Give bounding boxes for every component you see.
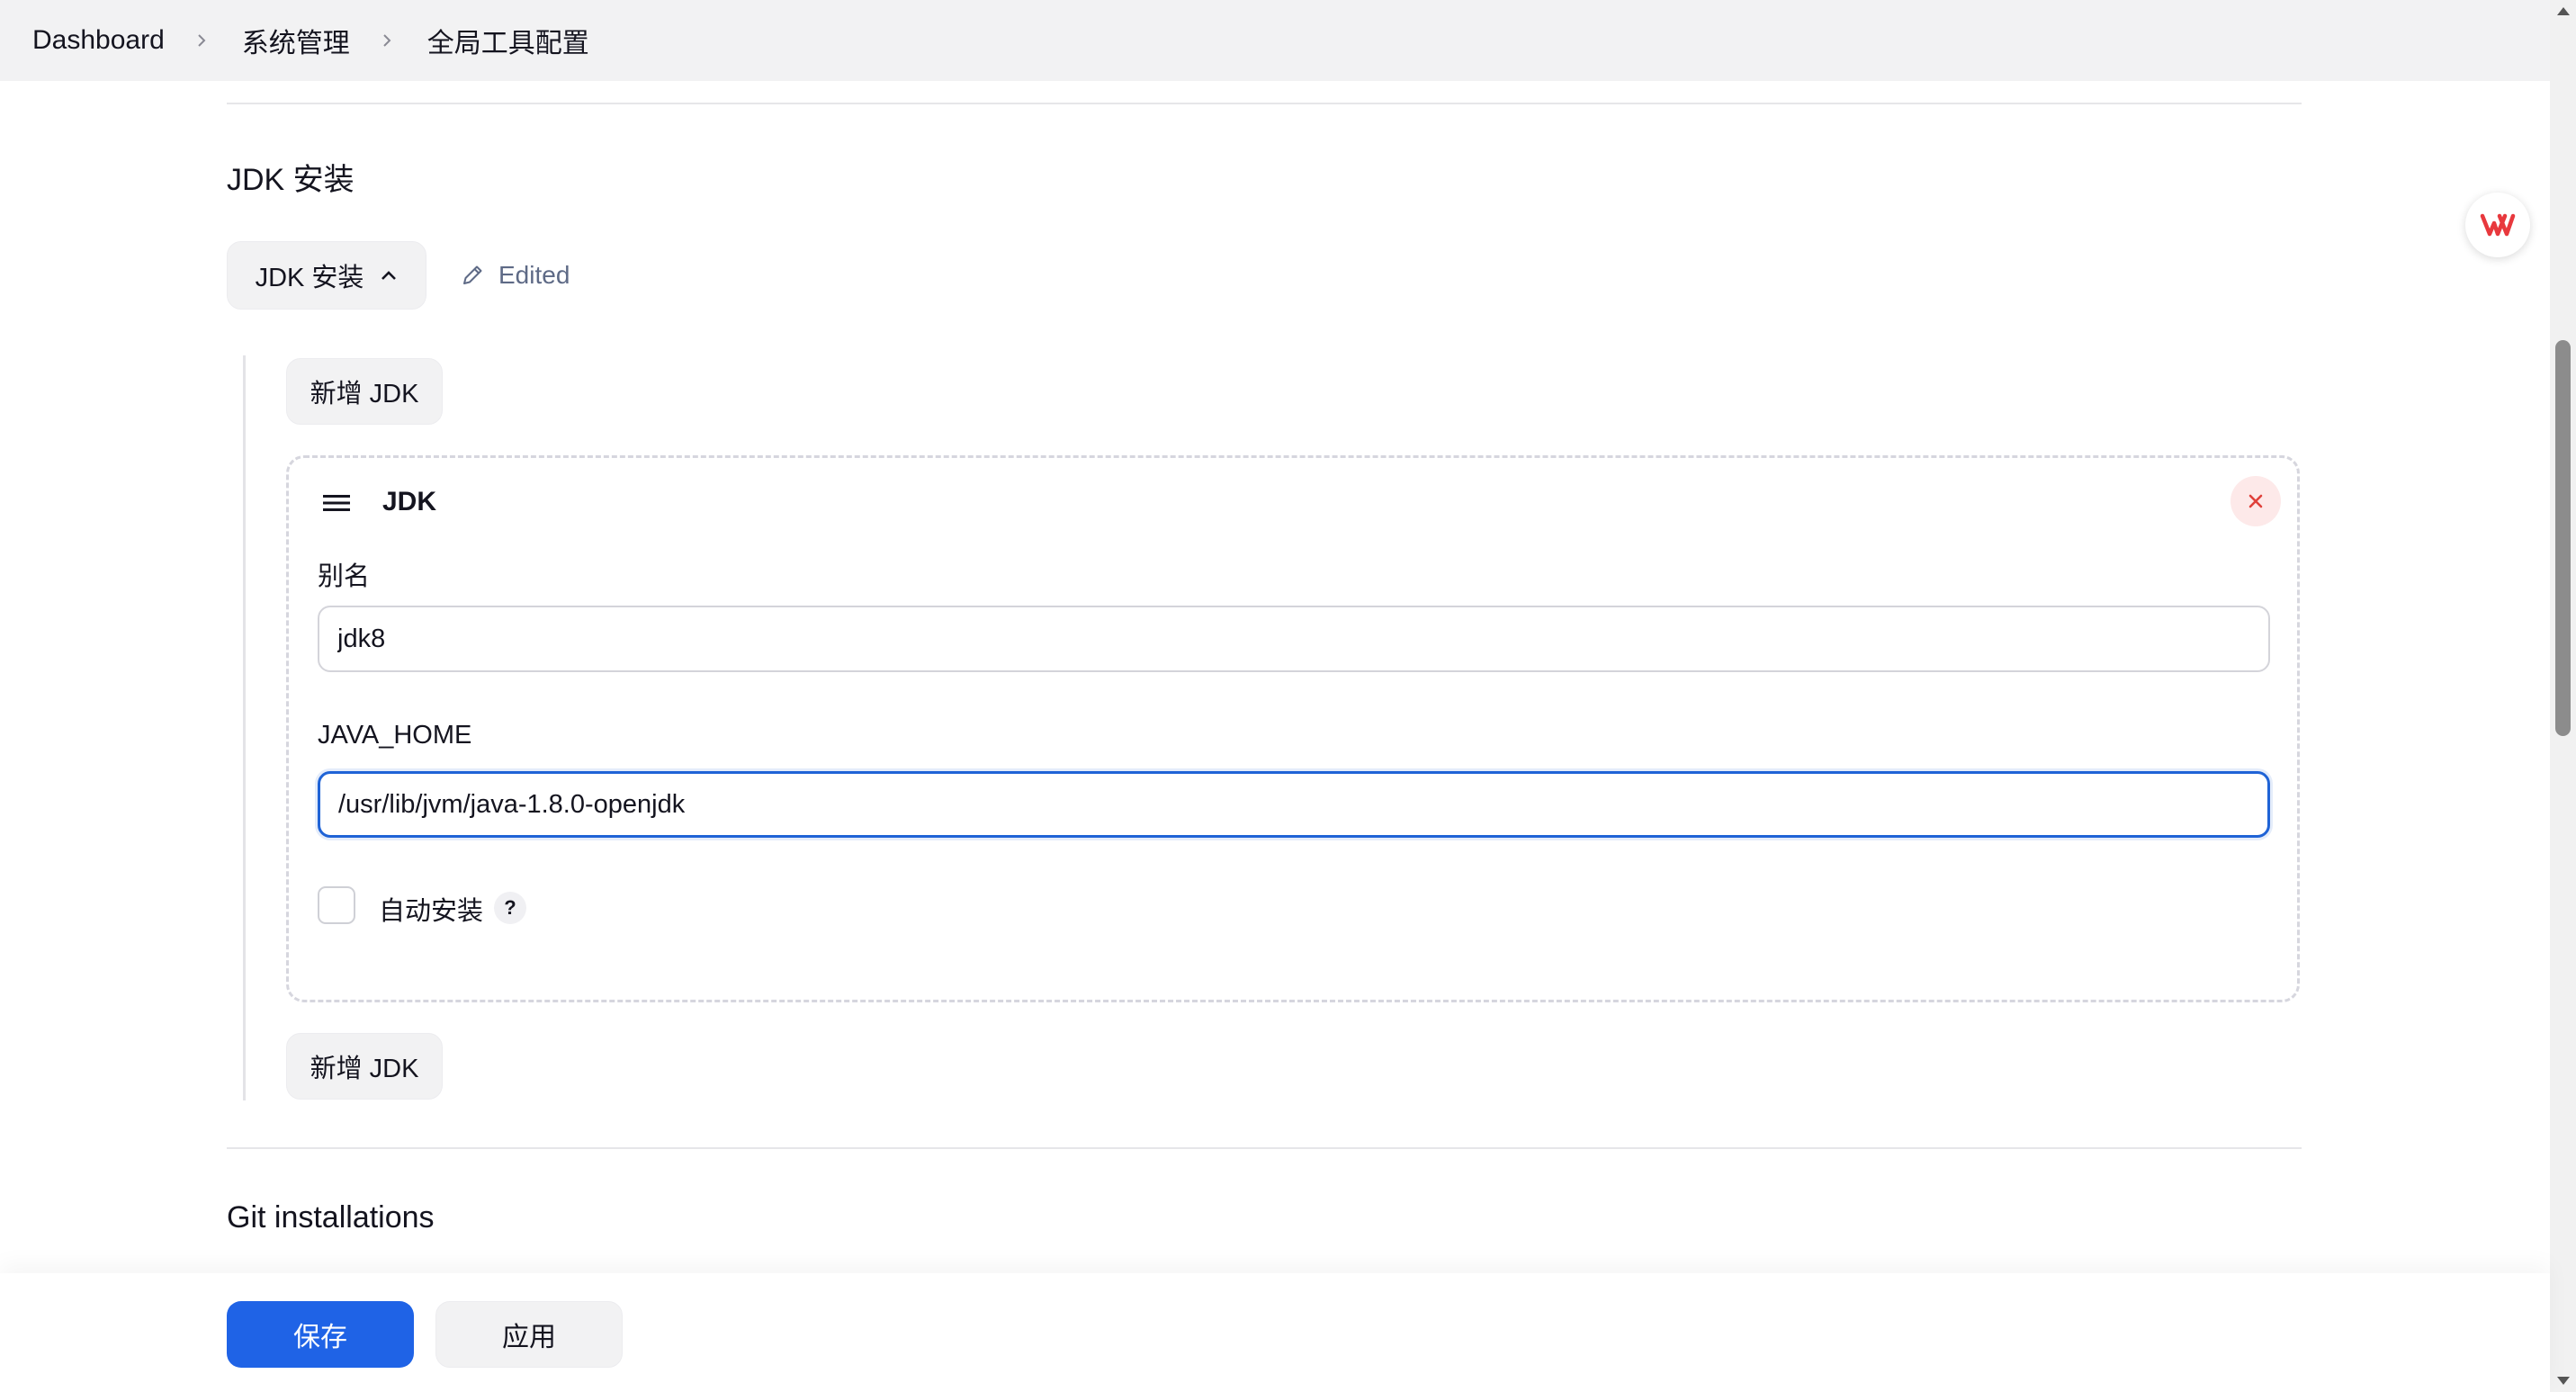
scrollbar-thumb[interactable] — [2555, 340, 2571, 736]
section-divider — [227, 1147, 2302, 1149]
scroll-up-arrow-icon[interactable] — [2555, 4, 2571, 18]
scroll-down-arrow-icon[interactable] — [2555, 1374, 2571, 1388]
section-divider — [227, 103, 2302, 104]
breadcrumb-global-tool-config[interactable]: 全局工具配置 — [427, 21, 589, 60]
chevron-up-icon — [381, 271, 397, 280]
java-home-label: JAVA_HOME — [318, 721, 472, 750]
java-home-input[interactable] — [318, 771, 2270, 838]
close-icon — [2248, 494, 2263, 508]
git-section-title: Git installations — [227, 1200, 435, 1235]
jdk-item-card: JDK 别名 JAVA_HOME 自动安装 ? — [286, 455, 2300, 1002]
jdk-section-title: JDK 安装 — [227, 163, 355, 197]
help-icon[interactable]: ? — [494, 892, 526, 924]
breadcrumb: Dashboard 系统管理 全局工具配置 — [0, 0, 2550, 81]
jdk-install-toggle-button[interactable]: JDK 安装 — [227, 241, 426, 310]
add-jdk-button-top[interactable]: 新增 JDK — [286, 358, 443, 425]
vertical-scrollbar[interactable] — [2550, 0, 2576, 1392]
wps-floating-button[interactable] — [2465, 193, 2530, 257]
delete-jdk-button[interactable] — [2230, 476, 2281, 526]
alias-input[interactable] — [318, 606, 2270, 672]
edited-indicator: Edited — [459, 259, 570, 292]
jdk-install-toggle-label: JDK 安装 — [255, 264, 364, 292]
auto-install-checkbox[interactable] — [318, 886, 355, 924]
hamburger-icon[interactable] — [321, 492, 352, 514]
wps-logo-icon — [2480, 213, 2516, 237]
save-button[interactable]: 保存 — [227, 1301, 414, 1368]
add-jdk-button-bottom[interactable]: 新增 JDK — [286, 1033, 443, 1100]
apply-button[interactable]: 应用 — [435, 1301, 623, 1368]
jdk-card-title: JDK — [382, 487, 437, 516]
breadcrumb-system-management[interactable]: 系统管理 — [242, 21, 350, 60]
chevron-right-icon — [379, 32, 395, 49]
pencil-icon — [463, 265, 482, 284]
edited-label: Edited — [498, 261, 570, 289]
nested-indent-line — [243, 355, 246, 1100]
chevron-right-icon — [193, 32, 210, 49]
breadcrumb-dashboard[interactable]: Dashboard — [32, 25, 165, 56]
auto-install-label[interactable]: 自动安装 — [379, 890, 483, 928]
alias-label: 别名 — [318, 562, 371, 591]
